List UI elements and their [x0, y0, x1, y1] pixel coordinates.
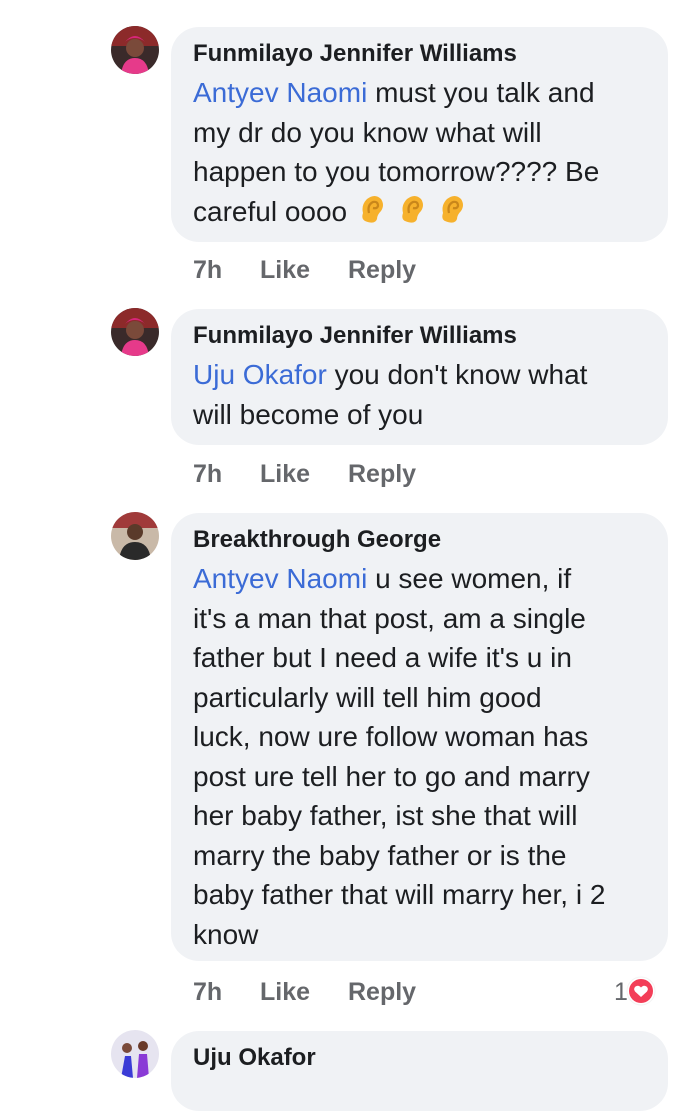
comment-text: Antyev Naomi u see women, if it's a man …	[193, 563, 606, 950]
mention-link[interactable]: Antyev Naomi	[193, 563, 367, 594]
comment-author[interactable]: Uju Okafor	[193, 1045, 646, 1071]
comment-author[interactable]: Funmilayo Jennifer Williams	[193, 41, 646, 67]
timestamp: 7h	[193, 978, 223, 1006]
comment-bubble: Uju Okafor	[171, 1031, 668, 1111]
like-button[interactable]: Like	[260, 978, 310, 1007]
avatar[interactable]	[111, 26, 159, 74]
ear-icon	[437, 193, 467, 225]
reply-button[interactable]: Reply	[348, 460, 416, 489]
mention-link[interactable]: Uju Okafor	[193, 359, 327, 390]
timestamp: 7h	[193, 256, 223, 284]
timestamp: 7h	[193, 460, 223, 488]
mention-link[interactable]: Antyev Naomi	[193, 77, 367, 108]
comment-author[interactable]: Funmilayo Jennifer Williams	[193, 323, 646, 349]
reply-button[interactable]: Reply	[348, 256, 416, 285]
heart-icon	[626, 976, 656, 1013]
comment-text: Antyev Naomi must you talk and my dr do …	[193, 77, 600, 227]
ear-icon	[397, 193, 427, 225]
comment-bubble: Funmilayo Jennifer Williams Antyev Naomi…	[171, 27, 668, 242]
comment-bubble: Breakthrough George Antyev Naomi u see w…	[171, 513, 668, 961]
like-button[interactable]: Like	[260, 460, 310, 489]
previous-content-stub	[372, 0, 412, 2]
comment-text: Uju Okafor you don't know what will beco…	[193, 359, 588, 430]
comment-bubble: Funmilayo Jennifer Williams Uju Okafor y…	[171, 309, 668, 445]
like-button[interactable]: Like	[260, 256, 310, 285]
ear-icon	[357, 193, 387, 225]
avatar[interactable]	[111, 512, 159, 560]
avatar[interactable]	[111, 308, 159, 356]
avatar[interactable]	[111, 1030, 159, 1078]
reply-button[interactable]: Reply	[348, 978, 416, 1007]
comment-author[interactable]: Breakthrough George	[193, 527, 646, 553]
